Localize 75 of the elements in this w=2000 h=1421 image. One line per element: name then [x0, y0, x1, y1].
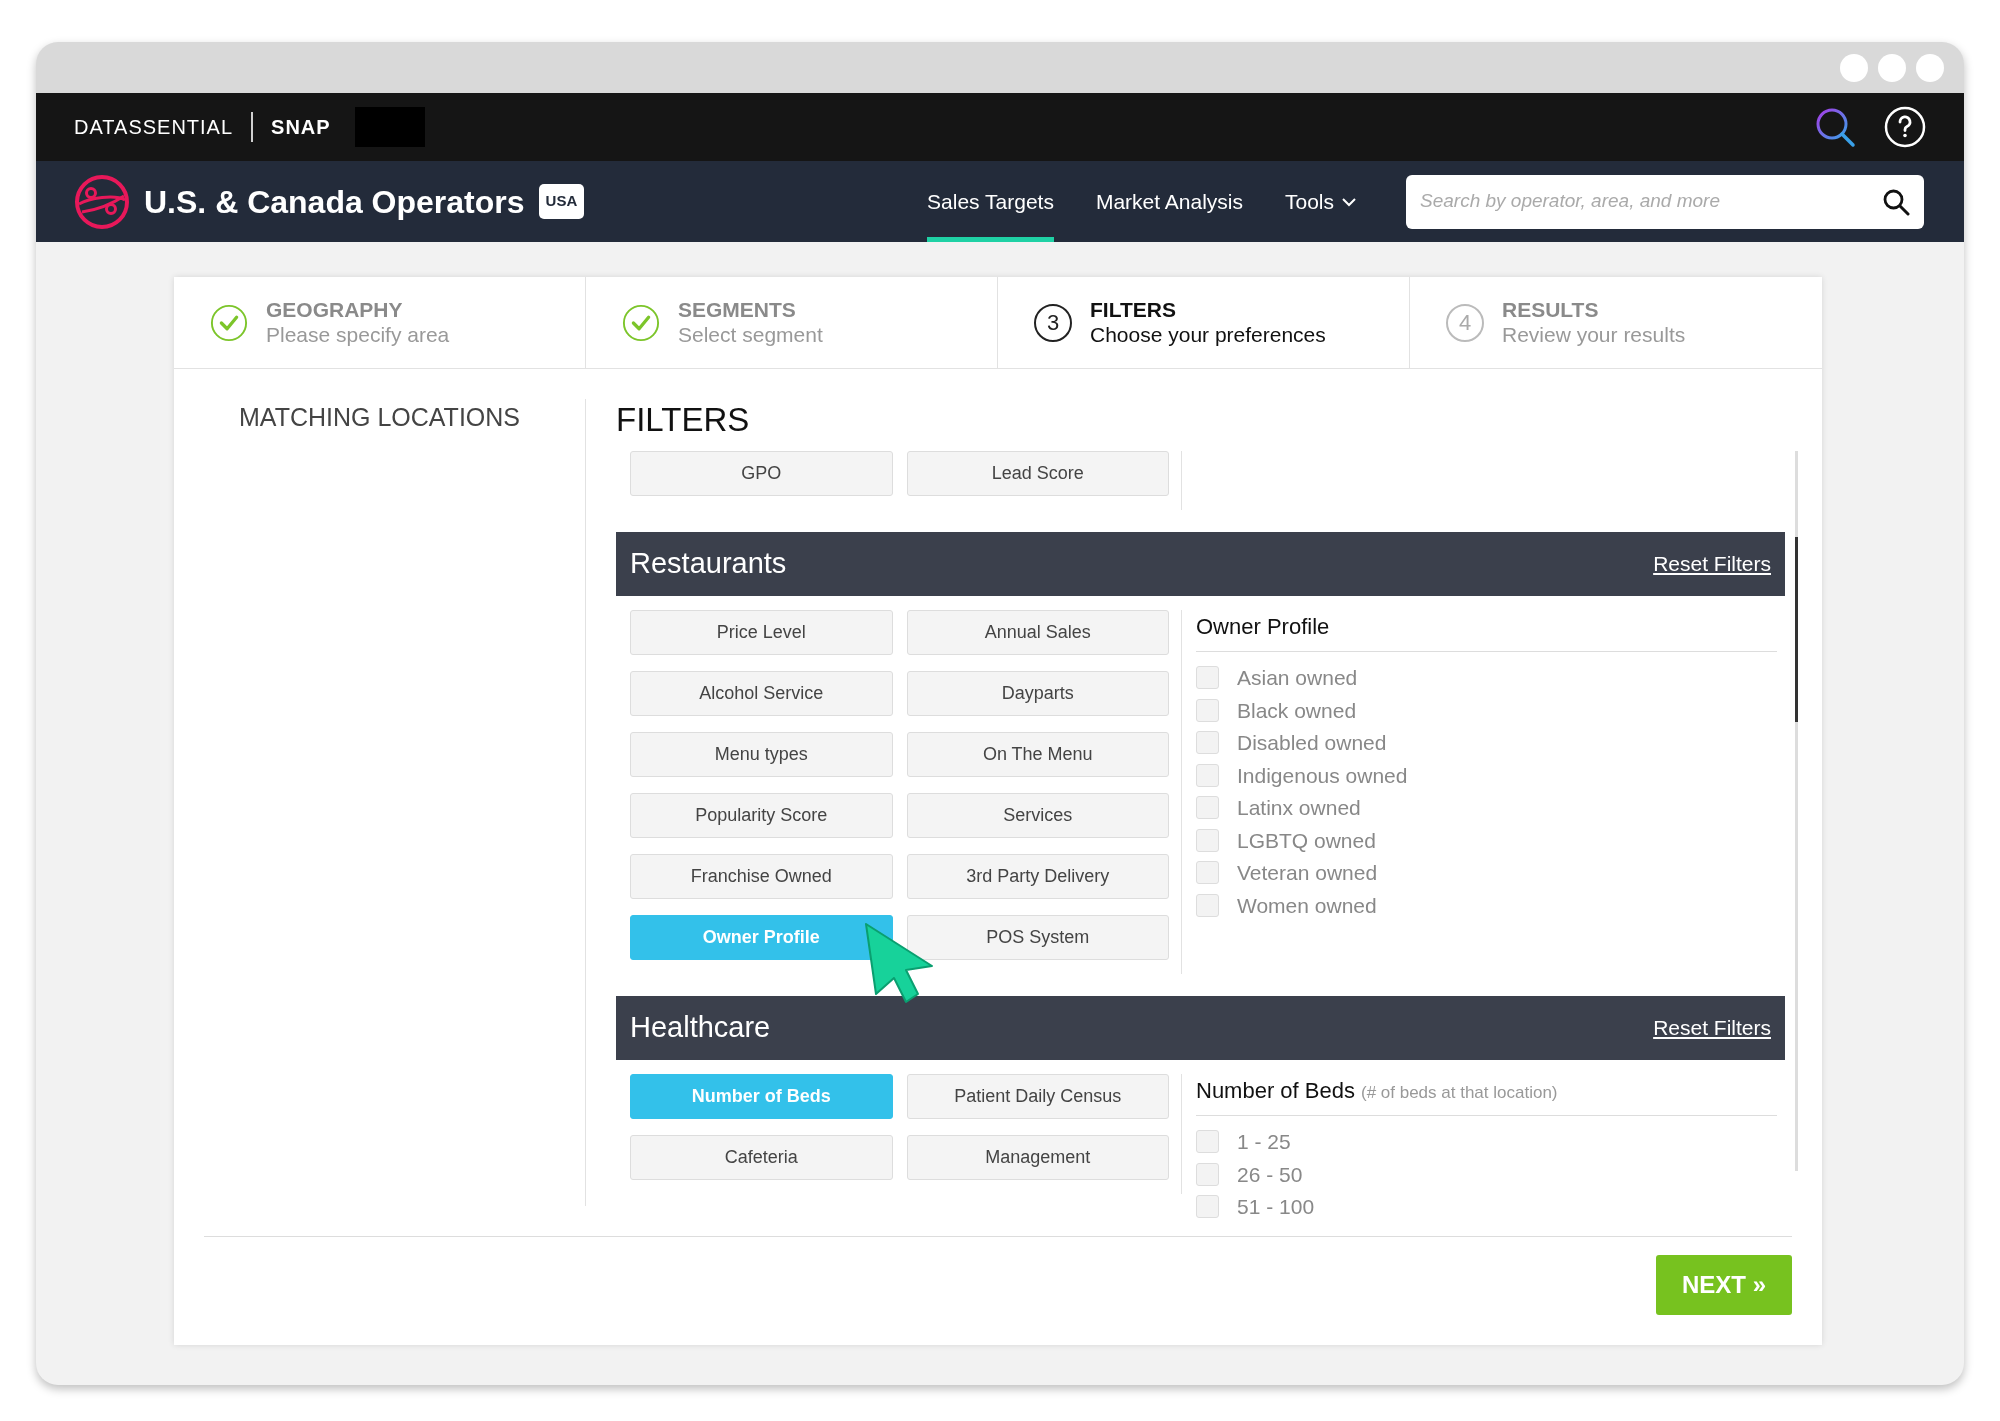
option-label: 51 - 100 [1237, 1194, 1315, 1220]
step-subtitle: Review your results [1502, 322, 1686, 347]
option-label: 26 - 50 [1237, 1161, 1303, 1188]
step-subtitle: Choose your preferences [1090, 322, 1326, 347]
search-icon[interactable] [1882, 187, 1910, 216]
filter-button[interactable]: Annual Sales [906, 609, 1169, 655]
filter-button[interactable]: Price Level [630, 609, 893, 655]
wizard-step[interactable]: 3 FILTERS Choose your preferences [998, 277, 1410, 368]
filter-button[interactable]: Franchise Owned [630, 853, 893, 899]
option-label: Indigenous owned [1237, 762, 1408, 789]
option-label: Women owned [1237, 892, 1377, 919]
checkbox[interactable] [1196, 893, 1219, 917]
checkbox[interactable] [1196, 1162, 1219, 1186]
checkbox[interactable] [1196, 666, 1219, 690]
option-label: LGBTQ owned [1237, 827, 1376, 854]
help-icon[interactable] [1884, 106, 1926, 148]
nav-tab[interactable]: Market Analysis [1095, 161, 1243, 242]
checkbox[interactable] [1196, 698, 1219, 722]
filter-button[interactable]: Cafeteria [630, 1134, 893, 1180]
app-title: U.S. & Canada Operators [144, 182, 525, 222]
step-title: FILTERS [1090, 298, 1177, 323]
search-input[interactable]: Search by operator, area, and more [1420, 187, 1882, 216]
step-title: SEGMENTS [678, 298, 797, 323]
filter-button[interactable]: Popularity Score [630, 792, 893, 838]
filter-button[interactable]: Patient Daily Census [906, 1073, 1169, 1119]
reset-filters-link[interactable]: Reset Filters [1653, 1011, 1771, 1044]
panel-title: Owner Profile [1196, 612, 1330, 641]
option-label: Veteran owned [1237, 860, 1378, 886]
step-subtitle: Select segment [678, 322, 823, 347]
section-title: Healthcare [630, 1009, 771, 1045]
checkbox[interactable] [1196, 1195, 1219, 1219]
option-label: Latinx owned [1237, 795, 1361, 821]
globe-logo-icon [74, 173, 130, 230]
section-title: Restaurants [630, 545, 787, 581]
filter-button[interactable]: Lead Score [906, 450, 1169, 496]
step-number: 4 [1446, 303, 1484, 342]
option-label: Asian owned [1237, 665, 1358, 691]
filter-button[interactable]: GPO [630, 450, 893, 496]
panel-title: Number of Beds [1196, 1076, 1355, 1105]
filter-button[interactable]: 3rd Party Delivery [906, 853, 1169, 899]
checkbox[interactable] [1196, 861, 1219, 885]
checkbox[interactable] [1196, 731, 1219, 755]
option-label: Disabled owned [1237, 730, 1387, 756]
filter-button[interactable]: Menu types [630, 731, 893, 777]
option-label: 1 - 25 [1237, 1129, 1291, 1155]
step-subtitle: Please specify area [266, 322, 450, 347]
nav-tab[interactable]: Tools [1284, 161, 1356, 242]
country-badge: USA [538, 184, 585, 219]
filter-button[interactable]: Dayparts [906, 670, 1169, 716]
reset-filters-link[interactable]: Reset Filters [1653, 547, 1771, 580]
panel-hint: (# of beds at that location) [1360, 1081, 1558, 1104]
search-icon[interactable] [1814, 106, 1856, 148]
step-number: 3 [1034, 303, 1072, 342]
search-field[interactable]: Search by operator, area, and more [1406, 174, 1924, 229]
checkbox[interactable] [1196, 828, 1219, 852]
checkbox[interactable] [1196, 763, 1219, 787]
filter-button[interactable]: Alcohol Service [630, 670, 893, 716]
nav-tab[interactable]: Sales Targets [927, 161, 1054, 242]
step-title: GEOGRAPHY [266, 298, 404, 323]
chevron-down-icon [1342, 196, 1356, 207]
filter-button[interactable]: On The Menu [906, 731, 1169, 777]
filter-button[interactable]: Services [906, 792, 1169, 838]
product-name: SNAP [271, 115, 331, 140]
sidebar-title: MATCHING LOCATIONS [239, 402, 520, 433]
checkbox[interactable] [1196, 796, 1219, 820]
scrollbar-thumb[interactable] [1795, 536, 1798, 722]
scrollbar-track[interactable] [1795, 450, 1798, 1171]
step-title: RESULTS [1502, 298, 1600, 323]
checkbox[interactable] [1196, 1130, 1219, 1154]
cursor-arrow-icon [862, 920, 936, 1006]
brand-logo: DATASSENTIAL [74, 115, 234, 140]
option-label: Black owned [1237, 697, 1357, 724]
filters-title: FILTERS [616, 400, 751, 440]
filter-button[interactable]: Management [906, 1134, 1169, 1180]
filter-button[interactable]: POS System [906, 914, 1169, 960]
